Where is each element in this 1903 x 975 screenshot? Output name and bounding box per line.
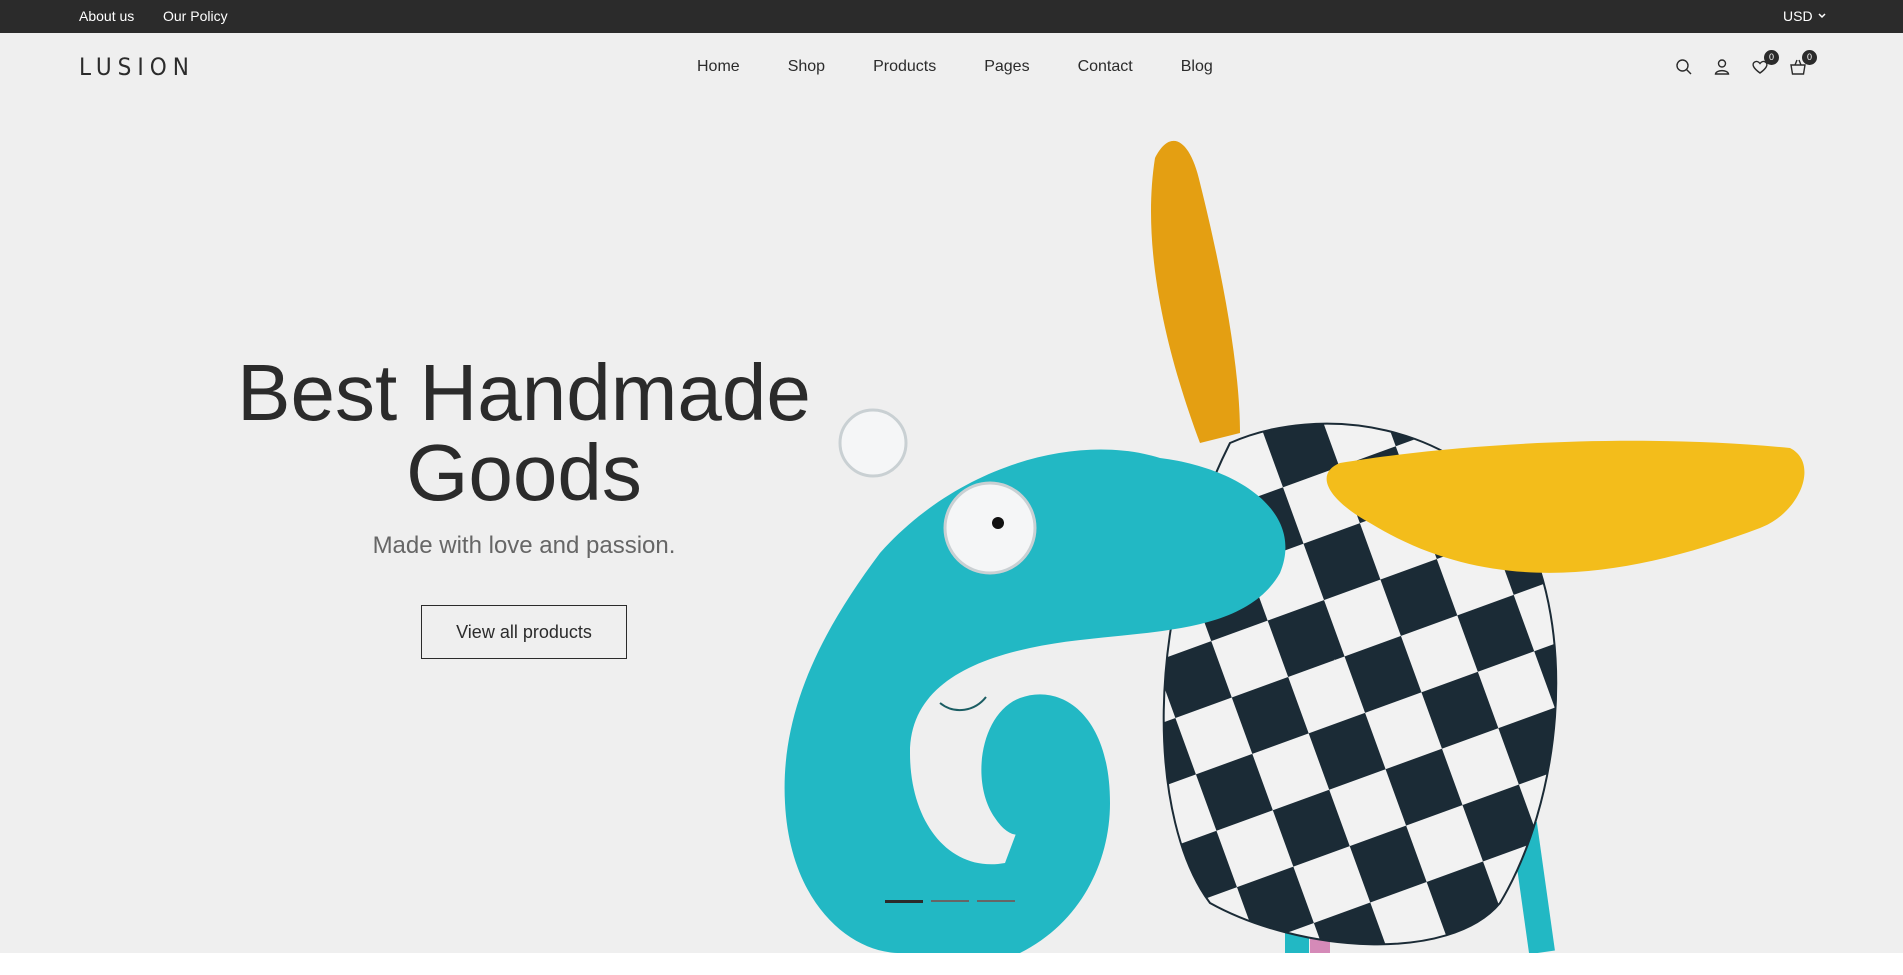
slider-dot-1[interactable] (885, 900, 923, 903)
hero-headline-line-1: Best Handmade (237, 348, 811, 437)
slider-dot-2[interactable] (931, 900, 969, 902)
nav-shop[interactable]: Shop (788, 58, 825, 76)
chevron-down-icon (1818, 13, 1826, 19)
cart-button[interactable]: 0 (1788, 50, 1817, 77)
currency-selector[interactable]: USD (1783, 8, 1827, 24)
view-all-products-button[interactable]: View all products (421, 605, 627, 659)
nav-products[interactable]: Products (873, 58, 936, 76)
hero-subtitle: Made with love and passion. (372, 532, 676, 559)
user-icon (1714, 59, 1730, 75)
slider-dot-3[interactable] (977, 900, 1015, 902)
currency-label: USD (1783, 8, 1813, 24)
cart-count-badge: 0 (1802, 50, 1817, 65)
account-button[interactable] (1712, 57, 1732, 77)
main-nav: Home Shop Products Pages Contact Blog (697, 58, 1213, 76)
our-policy-link[interactable]: Our Policy (163, 8, 228, 24)
site-logo[interactable]: LUSION (79, 53, 195, 81)
hero-slider: Best Handmade Goods Made with love and p… (0, 103, 1903, 953)
header-actions: 0 0 (1674, 50, 1817, 77)
wishlist-button[interactable]: 0 (1750, 50, 1779, 77)
site-header: LUSION Home Shop Products Pages Contact … (0, 33, 1903, 103)
nav-home[interactable]: Home (697, 58, 740, 76)
wishlist-count-badge: 0 (1764, 50, 1779, 65)
top-bar: About us Our Policy USD (0, 0, 1903, 33)
search-button[interactable] (1674, 57, 1694, 77)
hero-headline: Best Handmade Goods (224, 353, 824, 513)
search-icon (1676, 59, 1692, 75)
nav-pages[interactable]: Pages (984, 58, 1029, 76)
handmade-toy-image (784, 140, 1805, 953)
slider-pagination (885, 900, 1015, 903)
nav-contact[interactable]: Contact (1078, 58, 1133, 76)
hero-headline-line-2: Goods (406, 428, 642, 517)
nav-blog[interactable]: Blog (1181, 58, 1213, 76)
page-bottom-strip (0, 953, 1903, 975)
about-us-link[interactable]: About us (79, 8, 134, 24)
